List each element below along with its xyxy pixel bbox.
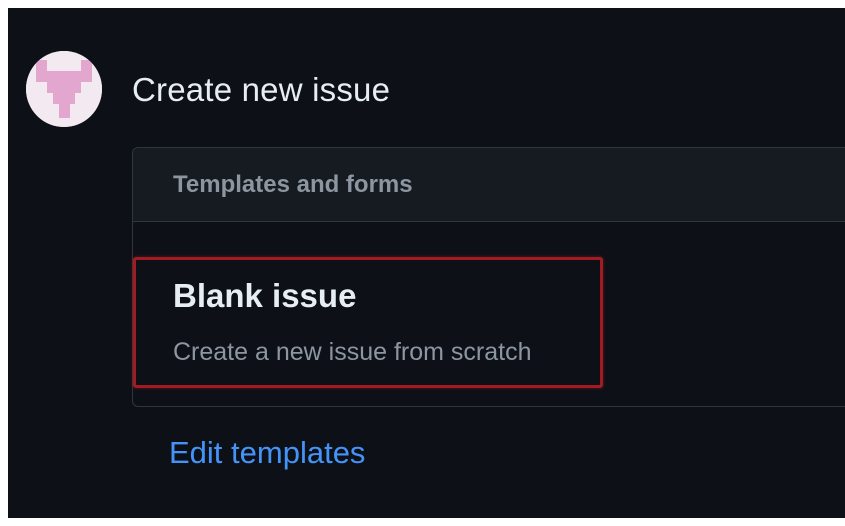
app-frame: Create new issue Templates and forms Bla… (8, 8, 845, 518)
templates-card-header: Templates and forms (133, 148, 845, 222)
page-title: Create new issue (132, 71, 391, 108)
blank-issue-option[interactable]: Blank issue Create a new issue from scra… (133, 257, 603, 388)
templates-header-label: Templates and forms (173, 170, 413, 198)
blank-issue-title: Blank issue (173, 277, 357, 314)
blank-issue-description: Create a new issue from scratch (173, 338, 532, 366)
edit-templates-link[interactable]: Edit templates (169, 434, 365, 472)
user-avatar[interactable] (26, 51, 102, 127)
templates-card: Templates and forms Blank issue Create a… (132, 147, 845, 407)
identicon-avatar-icon (26, 51, 102, 127)
